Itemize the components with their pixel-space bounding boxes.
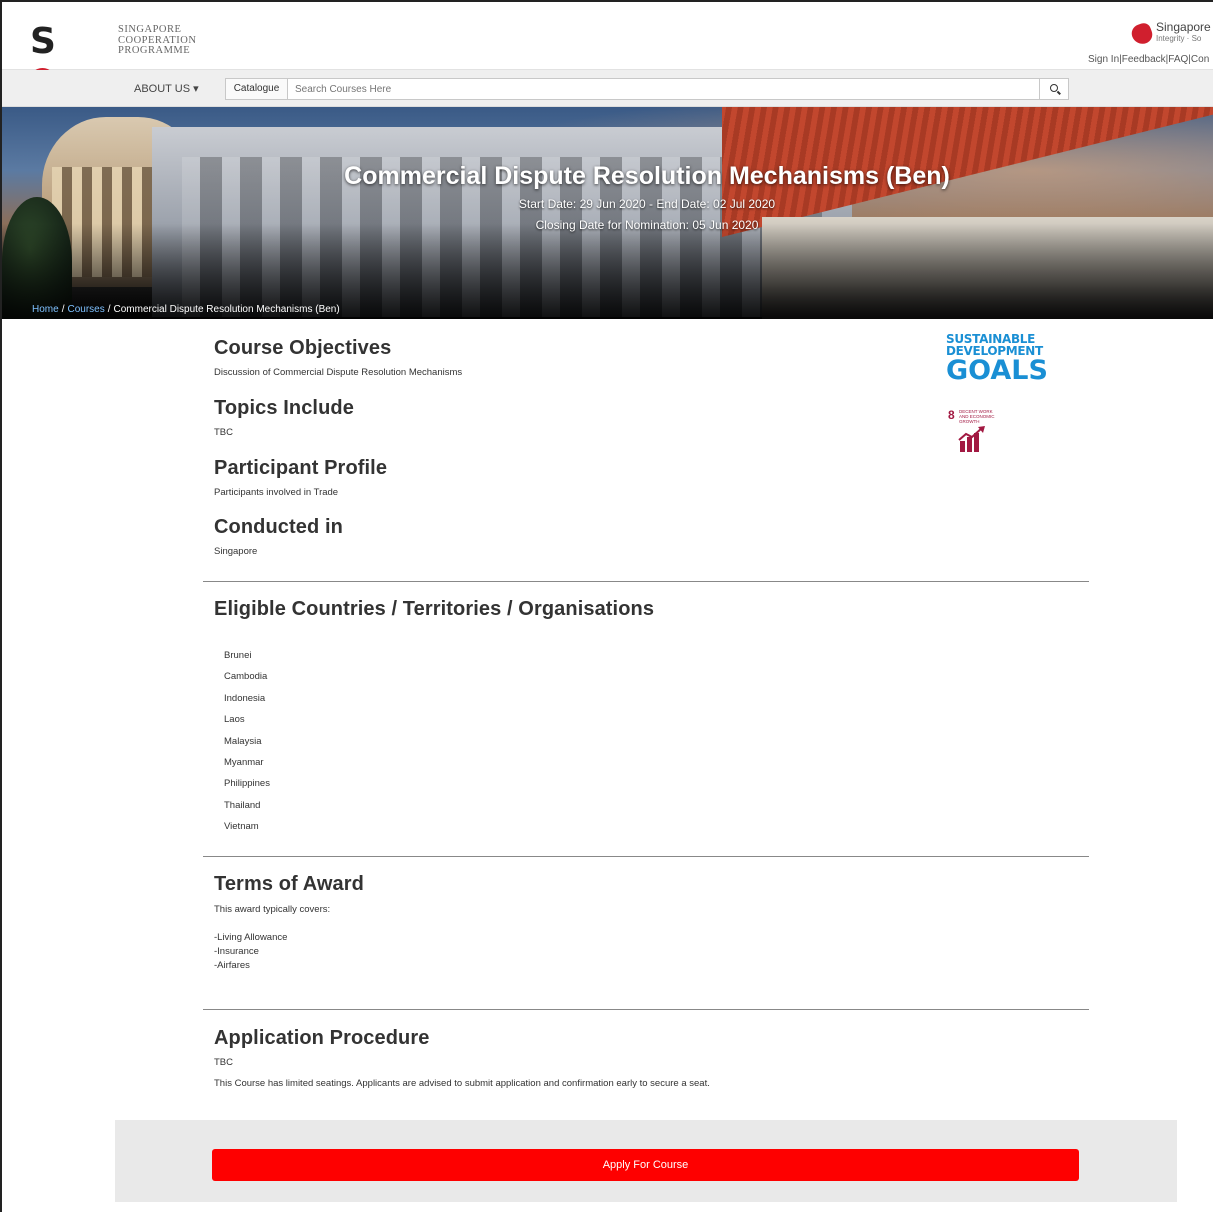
profile-heading: Participant Profile bbox=[214, 457, 388, 479]
feedback-link[interactable]: Feedback bbox=[1122, 54, 1166, 65]
section-divider bbox=[203, 1009, 1089, 1010]
list-item: Indonesia bbox=[224, 692, 266, 704]
list-item: -Insurance bbox=[214, 946, 259, 957]
breadcrumb: Home / Courses / Commercial Dispute Resoluti… bbox=[32, 304, 340, 315]
nomination-closing-date: Closing Date for Nomination: 05 Jun 2020 bbox=[535, 218, 759, 232]
section-divider bbox=[203, 856, 1089, 857]
award-intro: This award typically covers: bbox=[214, 904, 331, 915]
search-button[interactable] bbox=[1039, 79, 1068, 99]
list-item: -Airfares bbox=[214, 960, 250, 971]
procedure-text: TBC bbox=[214, 1057, 233, 1068]
breadcrumb-home[interactable]: Home bbox=[32, 304, 59, 315]
list-item: -Living Allowance bbox=[214, 932, 288, 943]
economic-growth-icon bbox=[958, 426, 985, 452]
conducted-heading: Conducted in bbox=[214, 516, 343, 538]
objectives-text: Discussion of Commercial Dispute Resolut… bbox=[214, 367, 463, 378]
list-item: Myanmar bbox=[224, 756, 264, 768]
contact-link[interactable]: Con bbox=[1191, 54, 1209, 65]
catalogue-dropdown[interactable]: Catalogue bbox=[226, 79, 288, 99]
profile-text: Participants involved in Trade bbox=[214, 487, 339, 498]
hero-banner: Commercial Dispute Resolution Mechanisms… bbox=[2, 107, 1213, 319]
topics-heading: Topics Include bbox=[214, 397, 354, 419]
conducted-text: Singapore bbox=[214, 546, 258, 557]
award-items: -Living Allowance -Insurance -Airfares bbox=[214, 931, 287, 973]
top-links: Sign In|Feedback|FAQ|Con bbox=[1088, 54, 1210, 65]
breadcrumb-courses[interactable]: Courses bbox=[67, 304, 104, 315]
award-heading: Terms of Award bbox=[214, 873, 364, 895]
sign-in-link[interactable]: Sign In bbox=[1088, 54, 1119, 65]
brand-tagline: Integrity · So bbox=[1156, 34, 1202, 43]
sdg-goal-number: 8 bbox=[948, 408, 955, 422]
apply-section: Apply For Course bbox=[115, 1120, 1177, 1202]
faq-link[interactable]: FAQ bbox=[1168, 54, 1188, 65]
search-input[interactable] bbox=[289, 79, 1039, 99]
country-list: Brunei Cambodia Indonesia Laos Malaysia … bbox=[224, 649, 270, 842]
course-dates: Start Date: 29 Jun 2020 - End Date: 02 J… bbox=[518, 197, 776, 211]
topics-text: TBC bbox=[214, 427, 233, 438]
list-item: Cambodia bbox=[224, 671, 268, 683]
list-item: Thailand bbox=[224, 799, 261, 811]
list-item: Vietnam bbox=[224, 821, 259, 833]
procedure-note: This Course has limited seatings. Applic… bbox=[214, 1078, 710, 1089]
apply-for-course-button[interactable]: Apply For Course bbox=[212, 1149, 1079, 1181]
search-bar: Catalogue bbox=[225, 78, 1069, 100]
course-title: Commercial Dispute Resolution Mechanisms… bbox=[344, 162, 950, 190]
procedure-heading: Application Procedure bbox=[214, 1027, 430, 1049]
list-item: Philippines bbox=[224, 778, 270, 790]
sdg-goal-text: DECENT WORK AND ECONOMIC GROWTH bbox=[959, 409, 995, 424]
breadcrumb-current: Commercial Dispute Resolution Mechanisms… bbox=[113, 304, 340, 315]
sdg-logo: SUSTAINABLE DEVELOPMENT GOALS bbox=[946, 332, 1048, 386]
objectives-heading: Course Objectives bbox=[214, 337, 392, 359]
about-us-menu[interactable]: ABOUT US ▾ bbox=[134, 82, 199, 95]
list-item: Laos bbox=[224, 714, 245, 726]
section-divider bbox=[203, 581, 1089, 582]
eligible-heading: Eligible Countries / Territories / Organ… bbox=[214, 598, 655, 620]
chevron-down-icon: ▾ bbox=[193, 83, 199, 95]
brand-name: Singapore bbox=[1156, 20, 1211, 34]
lion-head-icon bbox=[1129, 21, 1155, 47]
nav-bar: ABOUT US ▾ Catalogue bbox=[2, 70, 1213, 107]
list-item: Malaysia bbox=[224, 735, 262, 747]
search-icon bbox=[1050, 84, 1058, 92]
site-header: SP SINGAPORE COOPERATION PROGRAMME Singa… bbox=[2, 2, 1213, 142]
list-item: Brunei bbox=[224, 650, 252, 661]
singapore-brand[interactable]: Singapore Integrity · So bbox=[1129, 20, 1213, 48]
scp-logo-text: SINGAPORE COOPERATION PROGRAMME bbox=[118, 24, 197, 56]
